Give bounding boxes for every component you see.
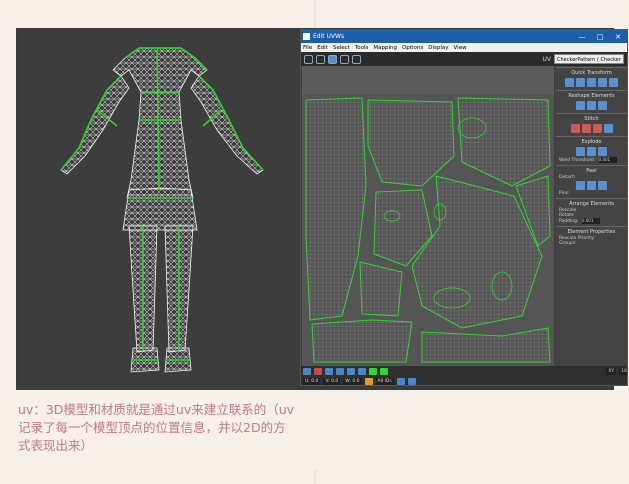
u-coordinate-field[interactable]: U: 0.0: [303, 377, 321, 385]
bottom-toolbar: XY 16 U: 0.0 V: 0.0 W: 0.0 All IDs: [301, 366, 627, 385]
move-tool-icon[interactable]: [304, 54, 313, 64]
uv-canvas[interactable]: [302, 66, 554, 366]
window-titlebar: Edit UVWs — □ ✕: [301, 30, 627, 43]
divider-top: [314, 0, 316, 28]
padding-field[interactable]: 0.001: [581, 218, 600, 224]
menu-tools[interactable]: Tools: [355, 45, 369, 51]
3d-viewport[interactable]: [21, 30, 299, 386]
peel-group: Peel Detach Pins:: [556, 165, 627, 197]
element-properties-group: Element Properties Rescale Priority: Gro…: [556, 226, 627, 247]
uv-label: UV: [542, 55, 552, 63]
zoom-icon[interactable]: [396, 377, 405, 385]
wireframe-model: [60, 47, 264, 373]
menu-options[interactable]: Options: [402, 45, 423, 51]
menu-display[interactable]: Display: [428, 45, 448, 51]
menu-bar: File Edit Select Tools Mapping Options D…: [301, 43, 627, 52]
threshold-field[interactable]: 0.001: [598, 157, 617, 163]
ring-icon[interactable]: [380, 367, 388, 375]
divider-bottom: [314, 470, 316, 484]
lock-icon[interactable]: [364, 377, 373, 385]
align-icon[interactable]: [565, 78, 574, 87]
peel-mode-icon[interactable]: [587, 181, 596, 190]
loop-icon[interactable]: [369, 367, 377, 375]
rotate-tool-icon[interactable]: [316, 54, 325, 64]
checker-dropdown[interactable]: CheckerPattern ( Checker ): [554, 54, 624, 73]
xy-toggle[interactable]: XY: [606, 367, 617, 375]
straighten-edge-icon[interactable]: [587, 101, 596, 110]
menu-edit[interactable]: Edit: [317, 45, 328, 51]
menu-file[interactable]: File: [303, 45, 312, 51]
relax-until-flat-icon[interactable]: [598, 101, 607, 110]
tools-panel: Quick Transform Reshape Elements Stitch …: [555, 66, 627, 366]
material-id-dropdown[interactable]: All IDs: [375, 377, 394, 385]
explode-group: Explode Weld Threshold: 0.001: [556, 136, 627, 164]
quick-transform-group: Quick Transform: [556, 67, 627, 89]
menu-mapping[interactable]: Mapping: [373, 45, 397, 51]
straighten-icon[interactable]: [598, 78, 607, 87]
caption-text: uv：3D模型和材质就是通过uv来建立联系的（uv 记录了每一个模型顶点的位置信…: [18, 402, 295, 453]
select-edge-icon[interactable]: [314, 367, 322, 375]
detach-edges-icon[interactable]: [587, 147, 596, 156]
v-coordinate-field[interactable]: V: 0.0: [323, 377, 341, 385]
peel-title: Peel: [586, 168, 597, 174]
stitch-average-icon[interactable]: [581, 124, 591, 133]
reset-peel-icon[interactable]: [598, 181, 607, 190]
arrange-title: Arrange Elements: [569, 201, 614, 207]
stitch-target-icon[interactable]: [592, 124, 602, 133]
quick-peel-icon[interactable]: [576, 181, 585, 190]
arrange-group: Arrange Elements Rescale Rotate Padding:…: [556, 198, 627, 225]
weld-label: Weld: [559, 158, 571, 163]
groups-label: Groups:: [559, 241, 577, 246]
pins-label: Pins:: [559, 191, 570, 196]
freeform-tool-icon[interactable]: [340, 54, 349, 64]
w-coordinate-field[interactable]: W: 0.0: [343, 377, 362, 385]
select-vertex-icon[interactable]: [303, 367, 311, 375]
close-button[interactable]: ✕: [609, 33, 627, 41]
edit-uvws-window[interactable]: Edit UVWs — □ ✕ File Edit Select Tools M…: [300, 29, 628, 386]
reshape-group: Reshape Elements: [556, 90, 627, 112]
quick-transform-title: Quick Transform: [571, 70, 612, 76]
mirror-tool-icon[interactable]: [352, 54, 361, 64]
app-icon: [303, 33, 310, 40]
maximize-button[interactable]: □: [591, 33, 609, 41]
stitch-source-icon[interactable]: [570, 124, 580, 133]
grow-icon[interactable]: [347, 367, 355, 375]
grid-size-field[interactable]: 16: [619, 367, 627, 375]
relax-icon[interactable]: [576, 101, 585, 110]
padding-label: Padding:: [559, 219, 579, 224]
flatten-icon[interactable]: [598, 147, 607, 156]
stitch-custom-icon[interactable]: [603, 124, 613, 133]
minimize-button[interactable]: —: [573, 33, 591, 41]
screenshot-card: Edit UVWs — □ ✕ File Edit Select Tools M…: [16, 28, 628, 390]
stitch-group: Stitch: [556, 113, 627, 135]
align-horizontal-icon[interactable]: [576, 78, 585, 87]
break-icon[interactable]: [576, 147, 585, 156]
element-properties-title: Element Properties: [567, 229, 616, 235]
select-element-icon[interactable]: [336, 367, 344, 375]
uv-toolbar: UV CheckerPattern ( Checker ): [301, 52, 627, 73]
pan-icon[interactable]: [407, 377, 416, 385]
explode-title: Explode: [581, 139, 602, 145]
window-title: Edit UVWs: [313, 33, 345, 40]
menu-select[interactable]: Select: [333, 45, 350, 51]
shrink-icon[interactable]: [358, 367, 366, 375]
reshape-title: Reshape Elements: [568, 93, 615, 99]
scale-tool-icon[interactable]: [328, 54, 337, 64]
menu-view[interactable]: View: [454, 45, 467, 51]
select-face-icon[interactable]: [325, 367, 333, 375]
align-vertical-icon[interactable]: [587, 78, 596, 87]
threshold-label: Threshold:: [571, 158, 596, 163]
rotate-90-icon[interactable]: [609, 78, 618, 87]
stitch-title: Stitch: [584, 116, 599, 122]
uv-layout: [302, 66, 554, 366]
